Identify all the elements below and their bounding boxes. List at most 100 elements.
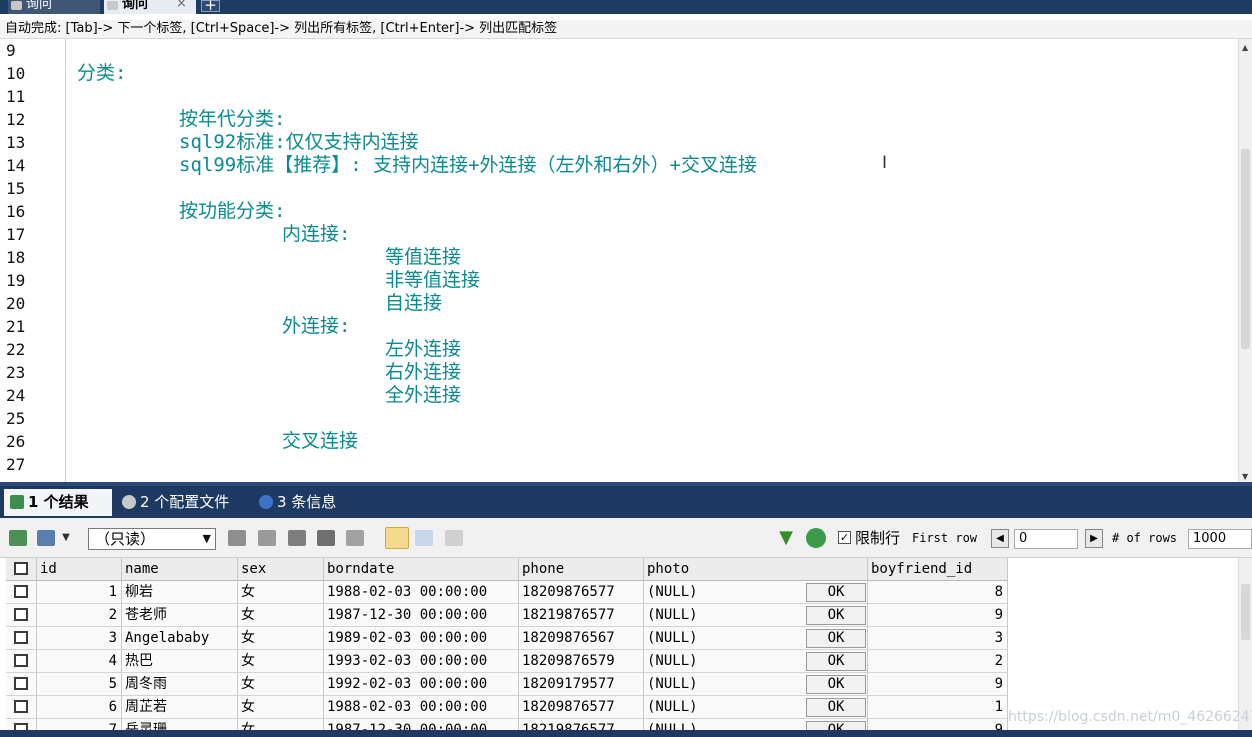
limit-rows-checkbox[interactable]: ✓ — [838, 531, 851, 544]
photo-ok-button[interactable]: OK — [806, 583, 866, 602]
row-selector[interactable] — [6, 627, 37, 650]
scroll-down-icon[interactable]: ▼ — [1242, 472, 1248, 481]
duplicate-row-icon[interactable] — [258, 530, 276, 546]
column-header-sex[interactable]: sex — [238, 558, 324, 581]
scrollbar-thumb[interactable] — [1241, 584, 1250, 640]
cell-id[interactable]: 4 — [37, 650, 122, 673]
cell-borndate[interactable]: 1987-12-30 00:00:00 — [324, 719, 519, 730]
cell-phone[interactable]: 18209179577 — [519, 673, 644, 696]
cell-id[interactable]: 3 — [37, 627, 122, 650]
column-header-photo[interactable]: photo — [644, 558, 868, 581]
cell-phone[interactable]: 18219876577 — [519, 719, 644, 730]
cell-phone[interactable]: 18209876577 — [519, 581, 644, 604]
cell-boyfriend-id[interactable]: 9 — [868, 719, 1008, 730]
cell-sex[interactable]: 女 — [238, 604, 324, 627]
cancel-changes-icon[interactable] — [346, 530, 364, 546]
row-selector[interactable] — [6, 581, 37, 604]
next-page-button[interactable]: ▶ — [1085, 529, 1103, 548]
cell-id[interactable]: 6 — [37, 696, 122, 719]
scroll-up-icon[interactable]: ▲ — [1242, 43, 1248, 52]
photo-ok-button[interactable]: OK — [806, 652, 866, 671]
select-all-checkbox[interactable] — [14, 562, 28, 575]
sql-editor[interactable]: 9 10 11 12 13 14 15 16 17 18 19 20 21 22… — [0, 38, 1252, 483]
photo-ok-button[interactable]: OK — [806, 606, 866, 625]
previous-page-button[interactable]: ◀ — [991, 529, 1009, 548]
row-checkbox[interactable] — [14, 723, 28, 730]
photo-ok-button[interactable]: OK — [806, 675, 866, 694]
row-checkbox[interactable] — [14, 700, 28, 713]
row-checkbox[interactable] — [14, 585, 28, 598]
column-header-boyfriend-id[interactable]: boyfriend_id — [868, 558, 1008, 581]
grid-view-icon[interactable] — [385, 527, 409, 549]
cell-sex[interactable]: 女 — [238, 719, 324, 730]
select-all-header[interactable] — [6, 558, 37, 581]
cell-sex[interactable]: 女 — [238, 696, 324, 719]
row-selector[interactable] — [6, 719, 37, 730]
column-header-name[interactable]: name — [122, 558, 238, 581]
photo-ok-button[interactable]: OK — [806, 629, 866, 648]
cell-sex[interactable]: 女 — [238, 673, 324, 696]
readonly-select[interactable]: （只读） ▼ — [88, 528, 216, 550]
row-count-input[interactable]: 1000 — [1188, 529, 1252, 549]
form-view-icon[interactable] — [415, 530, 433, 546]
column-header-id[interactable]: id — [37, 558, 122, 581]
row-selector[interactable] — [6, 696, 37, 719]
cell-borndate[interactable]: 1988-02-03 00:00:00 — [324, 696, 519, 719]
row-selector[interactable] — [6, 673, 37, 696]
cell-id[interactable]: 7 — [37, 719, 122, 730]
cell-id[interactable]: 2 — [37, 604, 122, 627]
cell-phone[interactable]: 18219876577 — [519, 604, 644, 627]
cell-name[interactable]: 苍老师 — [122, 604, 238, 627]
cell-borndate[interactable]: 1993-02-03 00:00:00 — [324, 650, 519, 673]
row-checkbox[interactable] — [14, 608, 28, 621]
new-tab-button[interactable]: + — [201, 0, 220, 13]
cell-boyfriend-id[interactable]: 9 — [868, 604, 1008, 627]
cell-sex[interactable]: 女 — [238, 581, 324, 604]
cell-borndate[interactable]: 1987-12-30 00:00:00 — [324, 604, 519, 627]
row-selector[interactable] — [6, 650, 37, 673]
cell-borndate[interactable]: 1989-02-03 00:00:00 — [324, 627, 519, 650]
cell-boyfriend-id[interactable]: 1 — [868, 696, 1008, 719]
row-selector[interactable] — [6, 604, 37, 627]
cell-sex[interactable]: 女 — [238, 627, 324, 650]
cell-phone[interactable]: 18209876577 — [519, 696, 644, 719]
cell-phone[interactable]: 18209876567 — [519, 627, 644, 650]
save-icon[interactable] — [288, 530, 306, 546]
scrollbar-thumb[interactable] — [1241, 149, 1250, 349]
tab-profiles[interactable]: 2 个配置文件 — [116, 489, 248, 516]
tab-query-2[interactable]: 询问 × — [104, 0, 196, 14]
cell-borndate[interactable]: 1992-02-03 00:00:00 — [324, 673, 519, 696]
column-header-phone[interactable]: phone — [519, 558, 644, 581]
first-row-input[interactable]: 0 — [1014, 529, 1078, 549]
tab-results[interactable]: 1 个结果 — [4, 489, 112, 516]
insert-row-icon[interactable] — [228, 530, 246, 546]
cell-name[interactable]: Angelababy — [122, 627, 238, 650]
cell-boyfriend-id[interactable]: 2 — [868, 650, 1008, 673]
cell-boyfriend-id[interactable]: 9 — [868, 673, 1008, 696]
cell-phone[interactable]: 18209876579 — [519, 650, 644, 673]
cell-id[interactable]: 1 — [37, 581, 122, 604]
chevron-down-icon[interactable]: ▼ — [60, 530, 72, 546]
refresh-icon[interactable] — [806, 528, 826, 548]
row-checkbox[interactable] — [14, 654, 28, 667]
tab-query-1[interactable]: 询问 — [8, 0, 100, 14]
column-header-borndate[interactable]: borndate — [324, 558, 519, 581]
delete-icon[interactable] — [317, 530, 335, 546]
cell-sex[interactable]: 女 — [238, 650, 324, 673]
editor-scrollbar[interactable]: ▲ ▼ — [1238, 39, 1252, 483]
close-icon[interactable]: × — [176, 0, 187, 10]
photo-ok-button[interactable]: OK — [806, 698, 866, 717]
row-checkbox[interactable] — [14, 677, 28, 690]
import-icon[interactable] — [37, 530, 55, 546]
cell-name[interactable]: 柳岩 — [122, 581, 238, 604]
text-view-icon[interactable] — [445, 530, 463, 546]
cell-name[interactable]: 热巴 — [122, 650, 238, 673]
cell-name[interactable]: 周冬雨 — [122, 673, 238, 696]
filter-icon[interactable]: ▼ — [777, 529, 795, 547]
tab-messages[interactable]: 3 条信息 — [253, 489, 353, 516]
cell-name[interactable]: 周芷若 — [122, 696, 238, 719]
cell-boyfriend-id[interactable]: 8 — [868, 581, 1008, 604]
cell-id[interactable]: 5 — [37, 673, 122, 696]
cell-boyfriend-id[interactable]: 3 — [868, 627, 1008, 650]
photo-ok-button[interactable]: OK — [806, 721, 866, 730]
